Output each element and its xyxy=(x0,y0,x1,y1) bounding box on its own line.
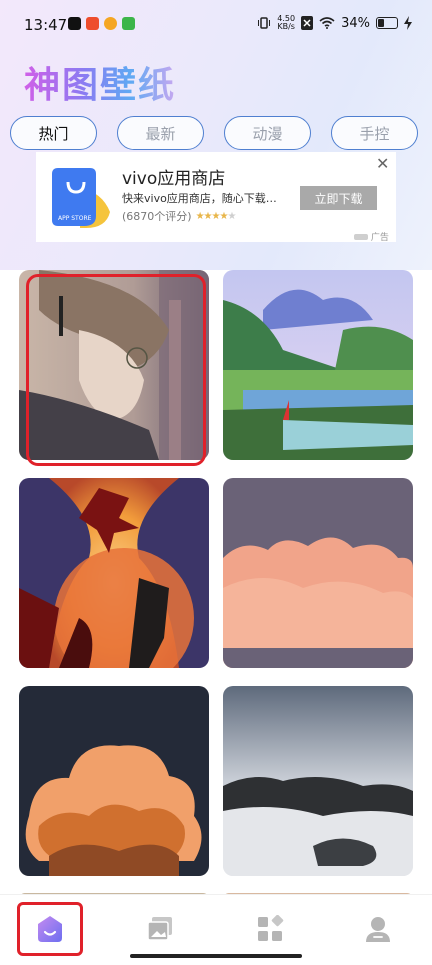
app-store-icon: APP STORE xyxy=(46,162,114,230)
ad-banner[interactable]: APP STORE vivo应用商店 快来vivo应用商店，随心下载… (687… xyxy=(36,152,396,243)
wifi-icon xyxy=(319,17,335,29)
status-time: 13:47 xyxy=(24,16,68,34)
ad-description: 快来vivo应用商店，随心下载… xyxy=(122,192,277,205)
nav-selection-highlight xyxy=(17,902,83,956)
download-button[interactable]: 立即下载 xyxy=(300,186,377,210)
weibo-icon xyxy=(104,17,117,30)
star-icon: ★ xyxy=(195,210,205,222)
wallpaper-card[interactable] xyxy=(223,478,413,668)
wallpaper-anime-girl xyxy=(19,270,209,460)
tiktok-icon xyxy=(68,17,81,30)
category-tabs: 热门 最新 动漫 手控 xyxy=(10,116,418,150)
sim-x-icon xyxy=(301,16,314,30)
wallpaper-card[interactable] xyxy=(19,270,209,460)
nav-gallery[interactable] xyxy=(138,907,182,951)
wallpaper-night-cloud xyxy=(19,686,209,876)
nav-profile[interactable] xyxy=(356,907,400,951)
close-icon[interactable]: ✕ xyxy=(376,154,389,173)
ad-title: vivo应用商店 xyxy=(122,169,226,189)
home-indicator[interactable] xyxy=(130,954,302,958)
tab-hands[interactable]: 手控 xyxy=(331,116,418,150)
tab-anime[interactable]: 动漫 xyxy=(224,116,311,150)
taobao-icon xyxy=(86,17,99,30)
rating-stars: ★★★★★ xyxy=(195,210,237,222)
wallpaper-silhouette-art xyxy=(19,478,209,668)
wallpaper-foggy-island xyxy=(223,686,413,876)
battery-icon xyxy=(376,17,398,29)
status-notification-icons xyxy=(68,17,135,30)
wallpaper-mountain-lake xyxy=(223,270,413,460)
tab-latest[interactable]: 最新 xyxy=(117,116,204,150)
profile-icon xyxy=(366,917,390,942)
net-speed-unit: KB/s xyxy=(277,22,295,31)
ad-rating: (6870个评分) ★★★★★ xyxy=(122,208,237,224)
vibrate-icon xyxy=(258,17,271,29)
wallpaper-orange-cloud xyxy=(223,478,413,668)
battery-percent: 34% xyxy=(341,15,370,31)
nav-category[interactable] xyxy=(248,907,292,951)
app-store-icon-caption: APP STORE xyxy=(58,215,92,222)
wallpaper-card[interactable] xyxy=(19,478,209,668)
wechat-icon xyxy=(122,17,135,30)
status-right: 4.50 KB/s 34% xyxy=(257,15,412,31)
ad-label-text: 广告 xyxy=(370,233,389,243)
ad-label: 广告 xyxy=(354,230,389,243)
wallpaper-card[interactable] xyxy=(223,686,413,876)
app-title: 神图壁纸 xyxy=(24,56,176,108)
star-icon: ★ xyxy=(227,210,236,222)
wallpaper-card[interactable] xyxy=(223,270,413,460)
gallery-icon xyxy=(147,917,172,941)
category-icon xyxy=(258,915,284,941)
ad-rating-count: (6870个评分) xyxy=(122,210,192,223)
star-icon: ★ xyxy=(203,210,213,222)
status-bar: 13:47 4.50 KB/s 34% xyxy=(0,0,432,52)
wallpaper-card[interactable] xyxy=(19,686,209,876)
net-speed: 4.50 KB/s xyxy=(277,15,295,31)
ad-marker-icon xyxy=(354,234,368,240)
tab-hot[interactable]: 热门 xyxy=(10,116,97,150)
charging-icon xyxy=(404,16,412,30)
